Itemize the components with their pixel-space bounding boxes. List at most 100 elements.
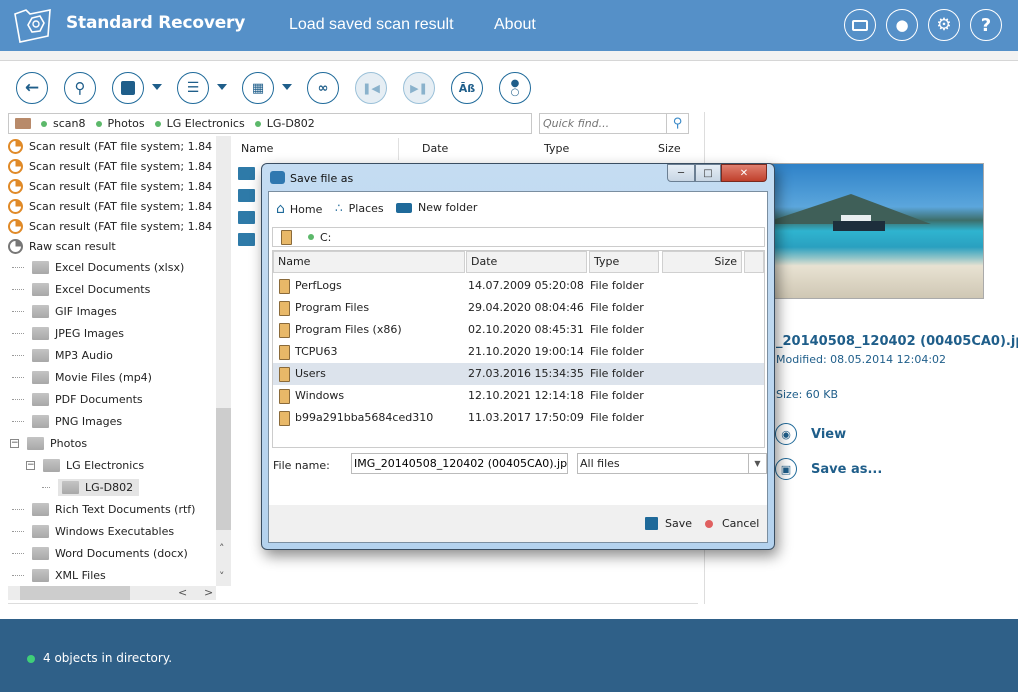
tree-item-scan-result[interactable]: Scan result (FAT file system; 1.84 GB in (8, 136, 216, 156)
home-button[interactable]: ⌂ Home (276, 201, 322, 217)
screens-button[interactable] (844, 9, 876, 41)
close-button[interactable]: ✕ (721, 164, 767, 182)
tree-item-folder[interactable]: JPEG Images (8, 323, 124, 343)
new-folder-button[interactable]: New folder (396, 201, 477, 214)
folder-icon (32, 524, 49, 538)
dialog-folder-row[interactable]: Users 27.03.2016 15:34:35 File folder (273, 363, 764, 385)
column-name[interactable]: Name (241, 138, 273, 160)
tree-item-scan-result[interactable]: Scan result (FAT file system; 1.84 GB in (8, 196, 216, 216)
dialog-folder-row[interactable]: Program Files 29.04.2020 08:04:46 File fol… (273, 297, 764, 319)
checklist-dropdown-arrow[interactable] (217, 84, 227, 90)
folder-icon (279, 367, 290, 382)
dialog-folder-row[interactable]: Program Files (x86) 02.10.2020 08:45:31 Fi… (273, 319, 764, 341)
scroll-left-icon[interactable]: < (178, 586, 187, 599)
image-file-icon[interactable] (238, 211, 255, 224)
tree-item-folder[interactable]: Excel Documents (8, 279, 150, 299)
about-link[interactable]: About (494, 16, 536, 34)
save-as-action[interactable]: ▣ Save as... (775, 458, 882, 480)
tree-item-folder[interactable]: XML Files (8, 565, 106, 585)
checklist-button[interactable]: ☰ (177, 72, 209, 104)
column-date[interactable]: Date (422, 138, 448, 160)
view-mode-button[interactable]: ▦ (242, 72, 274, 104)
tree-item-folder[interactable]: PDF Documents (8, 389, 143, 409)
breadcrumb-item[interactable]: Photos (95, 117, 145, 130)
find-button[interactable]: ∞ (307, 72, 339, 104)
tree-vertical-scrollbar[interactable]: ˄ ˅ (216, 136, 231, 586)
load-saved-scan-link[interactable]: Load saved scan result (289, 16, 454, 34)
previous-button[interactable]: ❚◀ (355, 72, 387, 104)
tree-item-folder[interactable]: PNG Images (8, 411, 122, 431)
dialog-column-size[interactable]: Size (662, 251, 742, 273)
search-button[interactable]: ⚲ (666, 114, 688, 133)
tree-item-label: XML Files (55, 568, 106, 582)
dialog-folder-row[interactable]: TCPU63 21.10.2020 19:00:14 File folder (273, 341, 764, 363)
tree-item-folder[interactable]: MP3 Audio (8, 345, 113, 365)
back-button[interactable]: ← (16, 72, 48, 104)
folder-icon (32, 348, 49, 362)
collapse-icon[interactable]: − (10, 438, 19, 448)
new-folder-label: New folder (418, 201, 478, 214)
help-button[interactable]: ? (970, 9, 1002, 41)
tree-item-lg-electronics[interactable]: − LG Electronics (24, 455, 144, 475)
dialog-column-type[interactable]: Type (589, 251, 659, 273)
tree-item-folder[interactable]: Word Documents (docx) (8, 543, 188, 563)
places-button[interactable]: ∴ Places (335, 201, 384, 215)
scroll-down-icon[interactable]: ˅ (219, 570, 225, 583)
tree-item-lg-d802[interactable]: LG-D802 (38, 477, 140, 497)
maximize-button[interactable]: □ (695, 164, 721, 182)
grid-icon: ▦ (251, 80, 265, 96)
scroll-right-icon[interactable]: > (204, 586, 213, 599)
account-button[interactable]: ● (886, 9, 918, 41)
scrollbar-thumb[interactable] (20, 586, 130, 600)
view-mode-dropdown-arrow[interactable] (282, 84, 292, 90)
file-type-select[interactable]: All files ▼ (577, 453, 767, 474)
dialog-cancel-button[interactable]: Cancel (705, 517, 759, 530)
dialog-column-date[interactable]: Date (466, 251, 587, 273)
tree-item-folder[interactable]: Windows Executables (8, 521, 174, 541)
tree-item-scan-result[interactable]: Scan result (FAT file system; 1.84 GB in (8, 176, 216, 196)
tree-item-photos[interactable]: − Photos (8, 433, 87, 453)
scrollbar-thumb[interactable] (216, 408, 231, 530)
tree-item-scan-result[interactable]: Scan result (FAT file system; 1.84 GB in (8, 216, 216, 236)
home-label: Home (289, 202, 323, 216)
dialog-save-button[interactable]: Save (645, 517, 692, 530)
properties-button[interactable]: ● ○ (499, 72, 531, 104)
tree-item-folder[interactable]: Rich Text Documents (rtf) (8, 499, 195, 519)
dialog-folder-row[interactable]: Windows 12.10.2021 12:14:18 File folder (273, 385, 764, 407)
dialog-folder-row[interactable]: PerfLogs 14.07.2009 05:20:08 File folder (273, 275, 764, 297)
tree-item-folder[interactable]: GIF Images (8, 301, 117, 321)
tree-item-raw-scan[interactable]: Raw scan result (8, 236, 116, 256)
settings-button[interactable]: ⚙ (928, 9, 960, 41)
file-name-input[interactable] (351, 453, 568, 474)
dialog-folder-row[interactable]: b99a291bba5684ced310 11.03.2017 17:50:09 F… (273, 407, 764, 429)
image-file-icon[interactable] (238, 189, 255, 202)
breadcrumb-item[interactable]: scan8 (41, 117, 86, 130)
scan-button[interactable]: ⚲ (64, 72, 96, 104)
column-size[interactable]: Size (658, 138, 681, 160)
tree-item-scan-result[interactable]: Scan result (FAT file system; 1.84 GB in (8, 156, 216, 176)
save-dropdown-arrow[interactable] (152, 84, 162, 90)
column-type[interactable]: Type (544, 138, 569, 160)
encoding-button[interactable]: Āß (451, 72, 483, 104)
collapse-icon[interactable]: − (26, 460, 35, 470)
tree-item-folder[interactable]: Excel Documents (xlsx) (8, 257, 184, 277)
dialog-path[interactable]: C: (272, 227, 765, 247)
breadcrumb-item[interactable]: LG-D802 (254, 117, 315, 130)
breadcrumb-item[interactable]: LG Electronics (154, 117, 245, 130)
minimize-button[interactable]: ─ (667, 164, 695, 182)
tree-line (12, 398, 24, 400)
tree-line (12, 332, 24, 334)
image-file-icon[interactable] (238, 233, 255, 246)
tree-item-folder[interactable]: Movie Files (mp4) (8, 367, 152, 387)
quick-find-input[interactable] (540, 114, 666, 133)
app-logo-icon (14, 9, 51, 43)
scroll-up-icon[interactable]: ˄ (219, 542, 225, 555)
tree-horizontal-scrollbar[interactable]: < > (8, 586, 216, 600)
save-button[interactable] (112, 72, 144, 104)
scan-result-icon (8, 218, 23, 234)
cancel-label: Cancel (722, 517, 760, 530)
view-action[interactable]: ◉ View (775, 423, 846, 445)
dialog-column-name[interactable]: Name (273, 251, 465, 273)
image-file-icon[interactable] (238, 167, 255, 180)
next-button[interactable]: ▶❚ (403, 72, 435, 104)
